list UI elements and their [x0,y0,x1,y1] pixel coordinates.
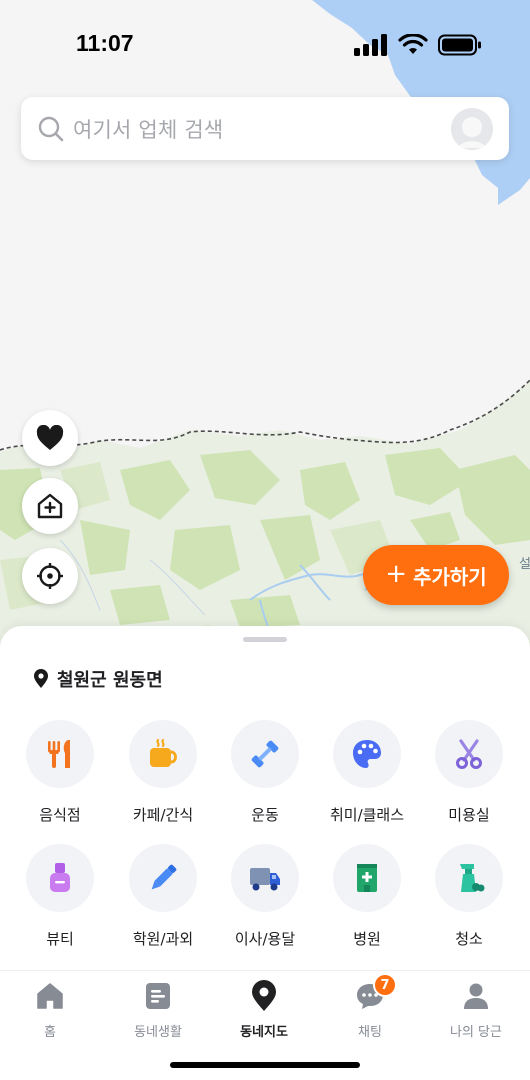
scissors-icon [456,739,482,769]
map-pin-icon [252,980,276,1011]
chat-badge: 7 [373,973,397,997]
status-time: 11:07 [76,30,134,56]
category-label: 이사/용달 [234,930,296,948]
search-input[interactable]: 여기서 업체 검색 [73,114,223,144]
category-academy[interactable]: 학원/과외 [113,844,213,949]
category-exercise[interactable]: 운동 [215,720,315,825]
tab-community[interactable]: 동네생활 [105,979,211,1040]
category-icon-circle [435,720,503,788]
board-icon [146,983,170,1009]
tab-label: 동네생활 [134,1025,182,1040]
hospital-icon [357,864,377,892]
signal-icon [354,34,387,56]
category-cafe[interactable]: 카페/간식 [113,720,213,825]
status-bar: 11:07 [0,0,530,88]
tab-icon-wrap [247,979,281,1013]
category-cleaning[interactable]: 청소 [419,844,519,949]
favorites-button[interactable] [22,410,78,466]
spray-bottle-icon [460,864,485,892]
category-label: 병원 [353,930,381,948]
avatar-icon [451,108,493,150]
category-label: 뷰티 [46,930,74,948]
tab-icon-wrap [459,979,493,1013]
category-hospital[interactable]: 병원 [317,844,417,949]
category-icon-circle [231,844,299,912]
plus-icon: + [385,559,408,589]
search-icon [38,116,64,141]
category-icon-circle [333,844,401,912]
crosshair-icon [37,563,63,589]
person-icon [464,983,488,1009]
category-icon-circle [333,720,401,788]
category-label: 음식점 [39,806,81,824]
my-neighborhood-button[interactable] [22,478,78,534]
battery-icon [438,34,481,56]
tab-label: 채팅 [358,1025,382,1040]
category-label: 미용실 [448,806,490,824]
pencil-icon [151,864,177,890]
category-icon-circle [129,844,197,912]
dumbbell-icon [251,740,279,768]
tab-neighborhood-map[interactable]: 동네지도 [211,979,317,1040]
category-label: 청소 [455,930,483,948]
home-icon [37,983,63,1009]
category-label: 학원/과외 [132,930,194,948]
tab-icon-wrap [141,979,175,1013]
tab-label: 나의 당근 [450,1025,502,1040]
add-place-button[interactable]: + 추가하기 [363,545,509,605]
category-beauty[interactable]: 뷰티 [10,844,110,949]
nail-polish-icon [50,863,70,892]
tab-icon-wrap: 7 [353,973,397,1013]
coffee-cup-icon [150,738,177,767]
tab-label: 동네지도 [240,1025,288,1040]
category-label: 카페/간식 [132,806,194,824]
search-bar[interactable]: 여기서 업체 검색 [21,97,509,160]
heart-icon [36,425,64,450]
truck-icon [250,868,280,891]
category-icon-circle [231,720,299,788]
category-icon-circle [26,720,94,788]
add-place-label: 추가하기 [413,564,487,589]
location-row[interactable]: 철원군 원동면 [33,666,163,692]
tab-my-profile[interactable]: 나의 당근 [423,979,529,1040]
map-place-label: 설 [519,557,530,572]
location-pin-icon [34,669,48,688]
current-location-button[interactable] [22,548,78,604]
palette-icon [353,740,381,768]
category-hair-salon[interactable]: 미용실 [419,720,519,825]
category-icon-circle [26,844,94,912]
home-plus-icon [37,493,63,519]
tab-label: 홈 [44,1025,56,1040]
category-hobby[interactable]: 취미/클래스 [317,720,417,825]
category-icon-circle [129,720,197,788]
tab-home[interactable]: 홈 [0,979,103,1040]
category-icon-circle [435,844,503,912]
tab-icon-wrap [33,979,67,1013]
category-label: 운동 [251,806,279,824]
bottom-sheet: 철원군 원동면 음식점 카페/간식 운동 취미/클래스 미용실 뷰티 학원/과외… [0,626,530,970]
status-icons [354,34,482,56]
home-indicator [170,1062,360,1068]
tab-chat[interactable]: 7 채팅 [317,973,423,1040]
category-restaurant[interactable]: 음식점 [10,720,110,825]
category-label: 취미/클래스 [329,806,405,824]
avatar[interactable] [451,108,493,150]
category-moving[interactable]: 이사/용달 [215,844,315,949]
location-label: 철원군 원동면 [57,670,163,691]
sheet-handle[interactable] [243,637,287,642]
utensils-icon [48,740,70,768]
wifi-icon [398,34,428,54]
